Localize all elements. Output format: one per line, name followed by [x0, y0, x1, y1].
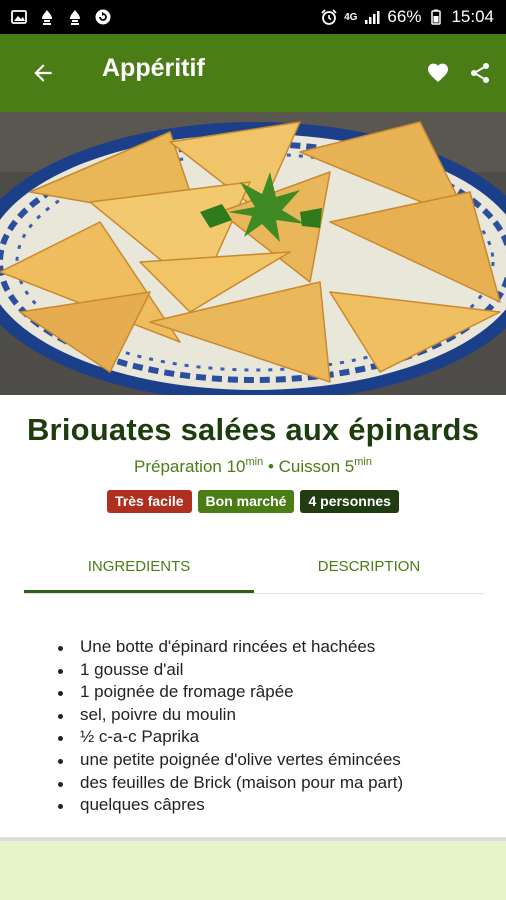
notification-icon [66, 8, 84, 26]
page-title: Appéritif [102, 54, 205, 82]
tab-ingredients[interactable]: INGREDIENTS [24, 540, 254, 593]
recipe-title: Briouates salées aux épinards [26, 412, 480, 447]
gallery-icon [10, 8, 28, 26]
favorite-button[interactable] [423, 58, 453, 88]
recipe-badges: Très facile Bon marché 4 personnes [0, 490, 506, 513]
list-item: 1 poignée de fromage râpée [58, 681, 403, 704]
signal-icon [363, 8, 381, 26]
timing-separator: • [263, 457, 279, 476]
list-item: des feuilles de Brick (maison pour ma pa… [58, 772, 403, 795]
list-item: une petite poignée d'olive vertes émincé… [58, 749, 403, 772]
cook-time: Cuisson 5 [278, 457, 355, 476]
notification-icon [38, 8, 56, 26]
share-icon [471, 63, 489, 83]
prep-time: Préparation 10 [133, 457, 246, 476]
list-item: ½ c-a-c Paprika [58, 726, 403, 749]
status-left-icons [10, 8, 112, 26]
status-bar: 4G 66% 15:04 [0, 0, 506, 34]
prep-unit: min [245, 456, 264, 468]
tab-description[interactable]: DESCRIPTION [254, 540, 484, 593]
battery-icon [427, 8, 445, 26]
cost-badge: Bon marché [197, 490, 295, 513]
tab-bar: INGREDIENTS DESCRIPTION [24, 540, 484, 594]
app-bar: Appéritif [0, 34, 506, 112]
arrow-back-icon [34, 64, 52, 82]
alarm-icon [320, 8, 338, 26]
active-tab-indicator [24, 590, 254, 593]
share-button[interactable] [465, 58, 495, 88]
back-button[interactable] [28, 58, 58, 88]
servings-badge: 4 personnes [300, 490, 399, 513]
recipe-photo-illustration [0, 112, 506, 395]
ingredients-list: Une botte d'épinard rincées et hachées 1… [58, 636, 403, 817]
cook-unit: min [354, 456, 372, 468]
sync-icon [94, 8, 112, 26]
battery-percent: 66% [387, 7, 422, 26]
recipe-photo [0, 112, 506, 395]
bottom-panel [0, 841, 506, 900]
difficulty-badge: Très facile [107, 490, 192, 513]
heart-icon [428, 63, 448, 82]
list-item: quelques câpres [58, 794, 403, 817]
network-4g-icon: 4G [344, 11, 358, 23]
status-right-icons: 4G 66% 15:04 [320, 7, 494, 27]
recipe-timing: Préparation 10min • Cuisson 5min [0, 456, 506, 477]
list-item: sel, poivre du moulin [58, 704, 403, 727]
list-item: Une botte d'épinard rincées et hachées [58, 636, 403, 659]
list-item: 1 gousse d'ail [58, 659, 403, 682]
clock: 15:04 [451, 7, 494, 26]
